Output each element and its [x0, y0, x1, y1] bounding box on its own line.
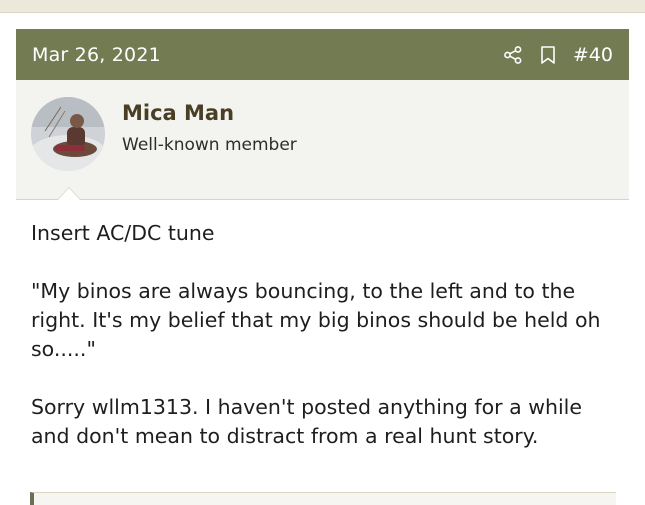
post-paragraph-3: Sorry wllm1313. I haven't posted anythin… — [31, 395, 582, 448]
post-header: Mar 26, 2021 #40 — [16, 29, 629, 80]
username-link[interactable]: Mica Man — [122, 101, 234, 125]
forum-post: Mar 26, 2021 #40 Mica Man Well-known mem… — [16, 29, 629, 451]
post-paragraph-2: "My binos are always bouncing, to the le… — [31, 279, 601, 361]
avatar[interactable] — [31, 97, 105, 171]
message-arrow-fill — [58, 188, 80, 200]
post-body: Insert AC/DC tune "My binos are always b… — [16, 200, 629, 451]
post-date[interactable]: Mar 26, 2021 — [32, 44, 161, 66]
post-number-link[interactable]: #40 — [573, 44, 613, 66]
user-info: Mica Man Well-known member — [16, 80, 629, 200]
post-actions: #40 — [503, 44, 613, 66]
previous-post-edge — [0, 0, 645, 13]
user-title: Well-known member — [122, 135, 297, 155]
post-paragraph-1: Insert AC/DC tune — [31, 221, 215, 245]
bookmark-icon[interactable] — [539, 45, 557, 65]
next-quote-block — [30, 492, 616, 505]
share-icon[interactable] — [503, 45, 523, 65]
